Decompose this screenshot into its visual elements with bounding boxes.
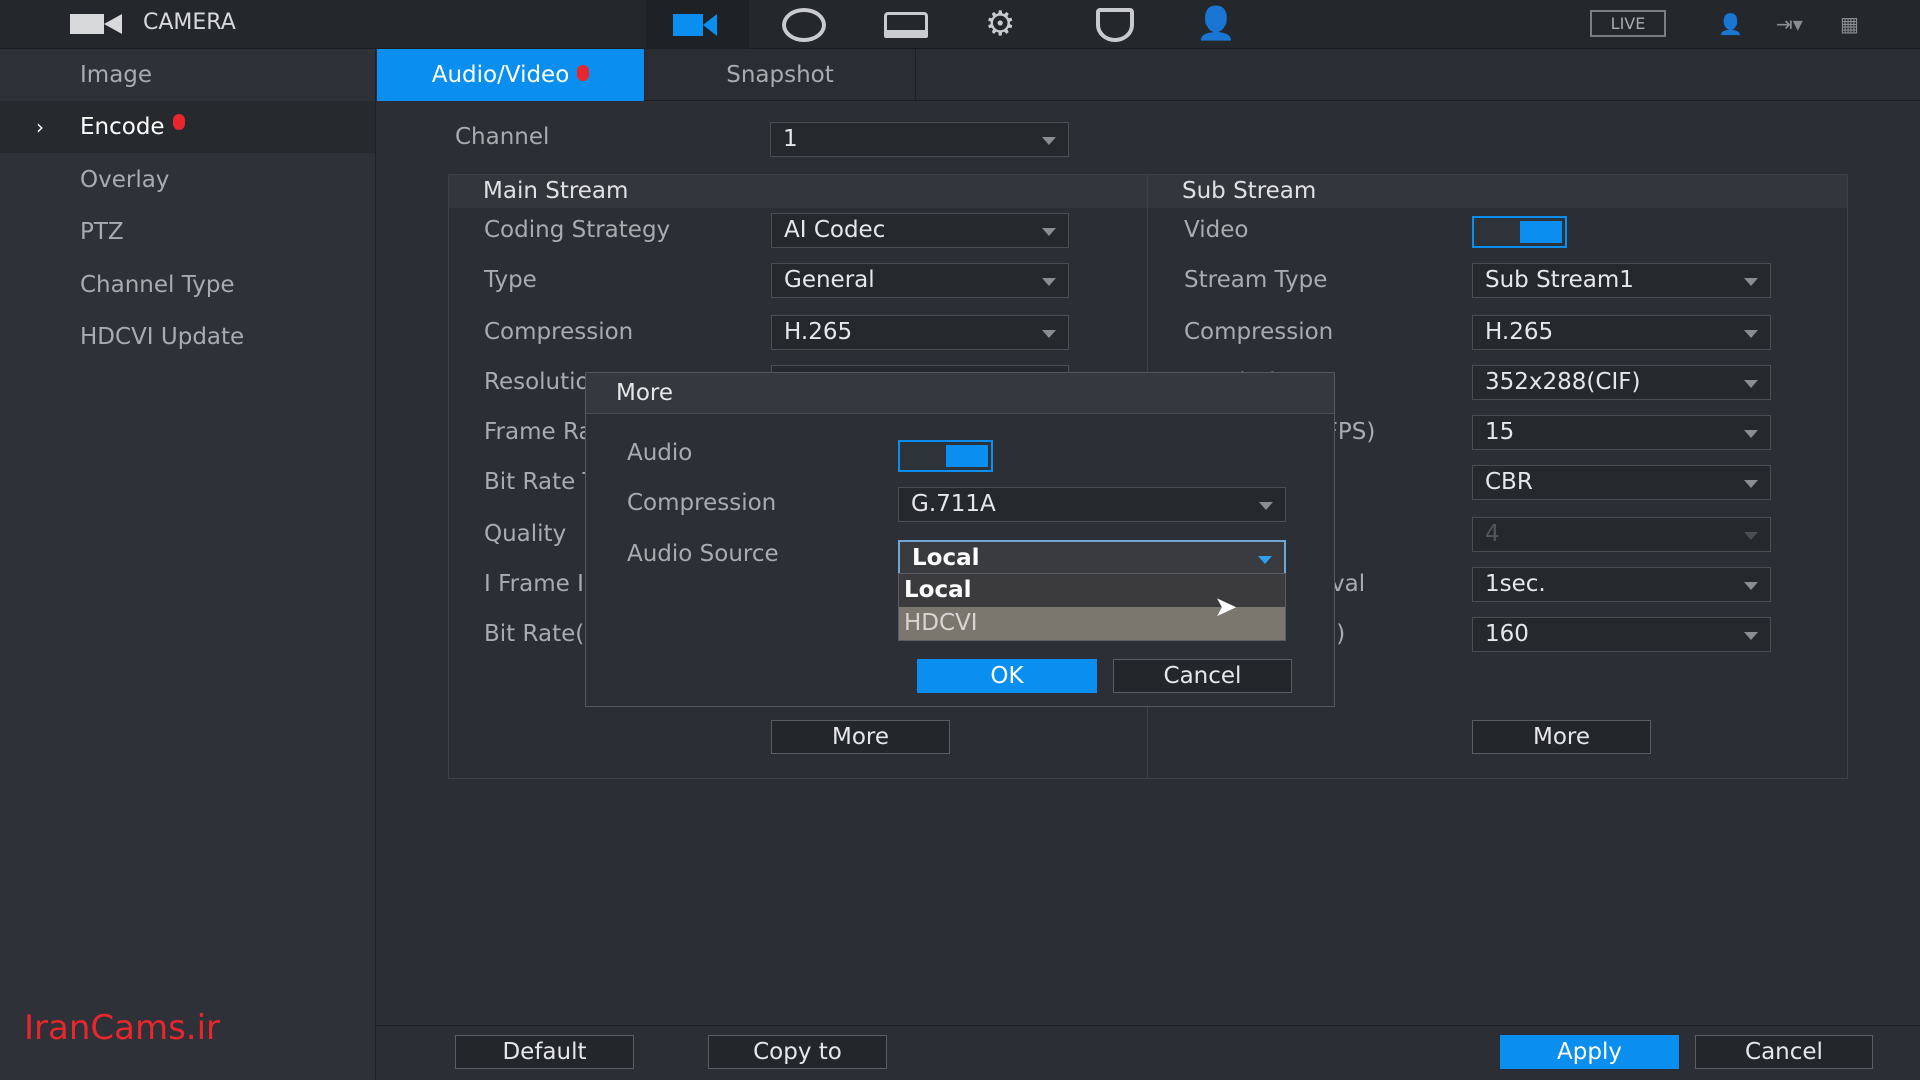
copy-to-button[interactable]: Copy to [708,1035,887,1069]
chevron-right-icon: › [36,115,44,139]
security-shield-icon[interactable] [1096,8,1134,42]
video-toggle[interactable] [1472,216,1567,248]
top-bar: CAMERA ⚙ 👤 LIVE 👤 ⇥▾ ▦ [0,0,1920,49]
account-icon[interactable]: 👤 [1196,4,1236,42]
sidebar-item-label: Encode [80,114,165,140]
chevron-down-icon [1259,502,1273,510]
main-compression-label: Compression [484,319,634,345]
audio-compression-label: Compression [627,490,777,516]
sidebar: Image › Encode Overlay PTZ Channel Type H… [0,49,376,1080]
chevron-down-icon [1744,582,1758,590]
chevron-down-icon [1744,330,1758,338]
chevron-down-icon [1042,228,1056,236]
sub-resolution-select[interactable]: 352x288(CIF) [1472,365,1771,400]
sidebar-item-label: Channel Type [80,272,235,298]
video-label: Video [1184,217,1249,243]
sidebar-item-channel-type[interactable]: Channel Type [0,259,375,311]
main-type-select[interactable]: General [771,263,1069,298]
cancel-button[interactable]: Cancel [1695,1035,1873,1069]
dialog-cancel-button[interactable]: Cancel [1113,659,1292,693]
tab-snapshot[interactable]: Snapshot [645,49,916,101]
sub-i-frame-interval-select[interactable]: 1sec. [1472,567,1771,602]
alert-badge [577,65,590,81]
chevron-down-icon [1744,480,1758,488]
chevron-down-icon [1744,430,1758,438]
channel-select[interactable]: 1 [770,122,1069,157]
nav-camera[interactable] [646,0,749,49]
main-quality-label: Quality [484,521,567,547]
tab-audio-video[interactable]: Audio/Video [377,49,645,101]
sidebar-item-ptz[interactable]: PTZ [0,206,375,258]
sidebar-item-overlay[interactable]: Overlay [0,154,375,206]
sub-frame-rate-fps-select[interactable]: 15 [1472,415,1771,450]
main-compression-select[interactable]: H.265 [771,315,1069,350]
sub-compression-label: Compression [1184,319,1334,345]
sidebar-item-encode[interactable]: › Encode [0,101,375,153]
chevron-down-icon [1744,532,1758,540]
main-coding-strategy-label: Coding Strategy [484,217,671,243]
audio-source-select[interactable]: Local [898,540,1286,575]
app-title: CAMERA [143,10,236,35]
chevron-down-icon [1744,380,1758,388]
watermark-logo: IranCams.ir [24,1008,221,1048]
apply-button[interactable]: Apply [1500,1035,1679,1069]
dialog-title: More [586,373,1334,414]
channel-label: Channel [455,124,550,150]
default-button[interactable]: Default [455,1035,634,1069]
sidebar-item-label: PTZ [80,219,124,245]
sidebar-item-image[interactable]: Image [0,49,375,101]
sidebar-item-label: HDCVI Update [80,324,245,350]
chevron-down-icon [1744,278,1758,286]
logout-icon[interactable]: ⇥▾ [1776,12,1803,36]
sub-quality-select: 4 [1472,517,1771,552]
sub-stream-type-label: Stream Type [1184,267,1328,293]
audio-toggle[interactable] [898,440,993,472]
sidebar-item-hdcvi-update[interactable]: HDCVI Update [0,311,375,363]
mouse-cursor-icon: ➤ [1214,590,1238,623]
storage-icon[interactable] [884,12,928,38]
chevron-down-icon [1042,330,1056,338]
tab-bar: Audio/Video Snapshot [377,49,1920,101]
chevron-down-icon [1042,278,1056,286]
alert-badge [172,114,185,130]
chevron-down-icon [1042,137,1056,145]
sub-stream-title: Sub Stream [1148,175,1847,208]
audio-source-label: Audio Source [627,541,779,567]
main-stream-title: Main Stream [449,175,1147,208]
audio-compression-select[interactable]: G.711A [898,487,1286,522]
sidebar-item-label: Image [80,62,153,88]
sub-stream-type-select[interactable]: Sub Stream1 [1472,263,1771,298]
camera-icon [673,14,703,36]
main-coding-strategy-select[interactable]: AI Codec [771,213,1069,248]
audio-label: Audio [627,440,693,466]
qr-code-icon[interactable]: ▦ [1840,12,1859,36]
main-type-label: Type [484,267,537,293]
sidebar-item-label: Overlay [80,167,170,193]
chevron-down-icon [1744,632,1758,640]
user-icon[interactable]: 👤 [1718,12,1743,36]
camera-icon [70,14,104,34]
sub-bit-rate-kb-s-select[interactable]: 160 [1472,617,1771,652]
live-button[interactable]: LIVE [1590,10,1666,37]
system-gear-icon[interactable]: ⚙ [985,4,1015,44]
network-icon[interactable] [782,8,826,42]
sub-bit-rate-type-select[interactable]: CBR [1472,465,1771,500]
chevron-down-icon [1258,556,1272,564]
sub-compression-select[interactable]: H.265 [1472,315,1771,350]
sub-more-button[interactable]: More [1472,720,1651,754]
main-more-button[interactable]: More [771,720,950,754]
dialog-ok-button[interactable]: OK [917,659,1097,693]
